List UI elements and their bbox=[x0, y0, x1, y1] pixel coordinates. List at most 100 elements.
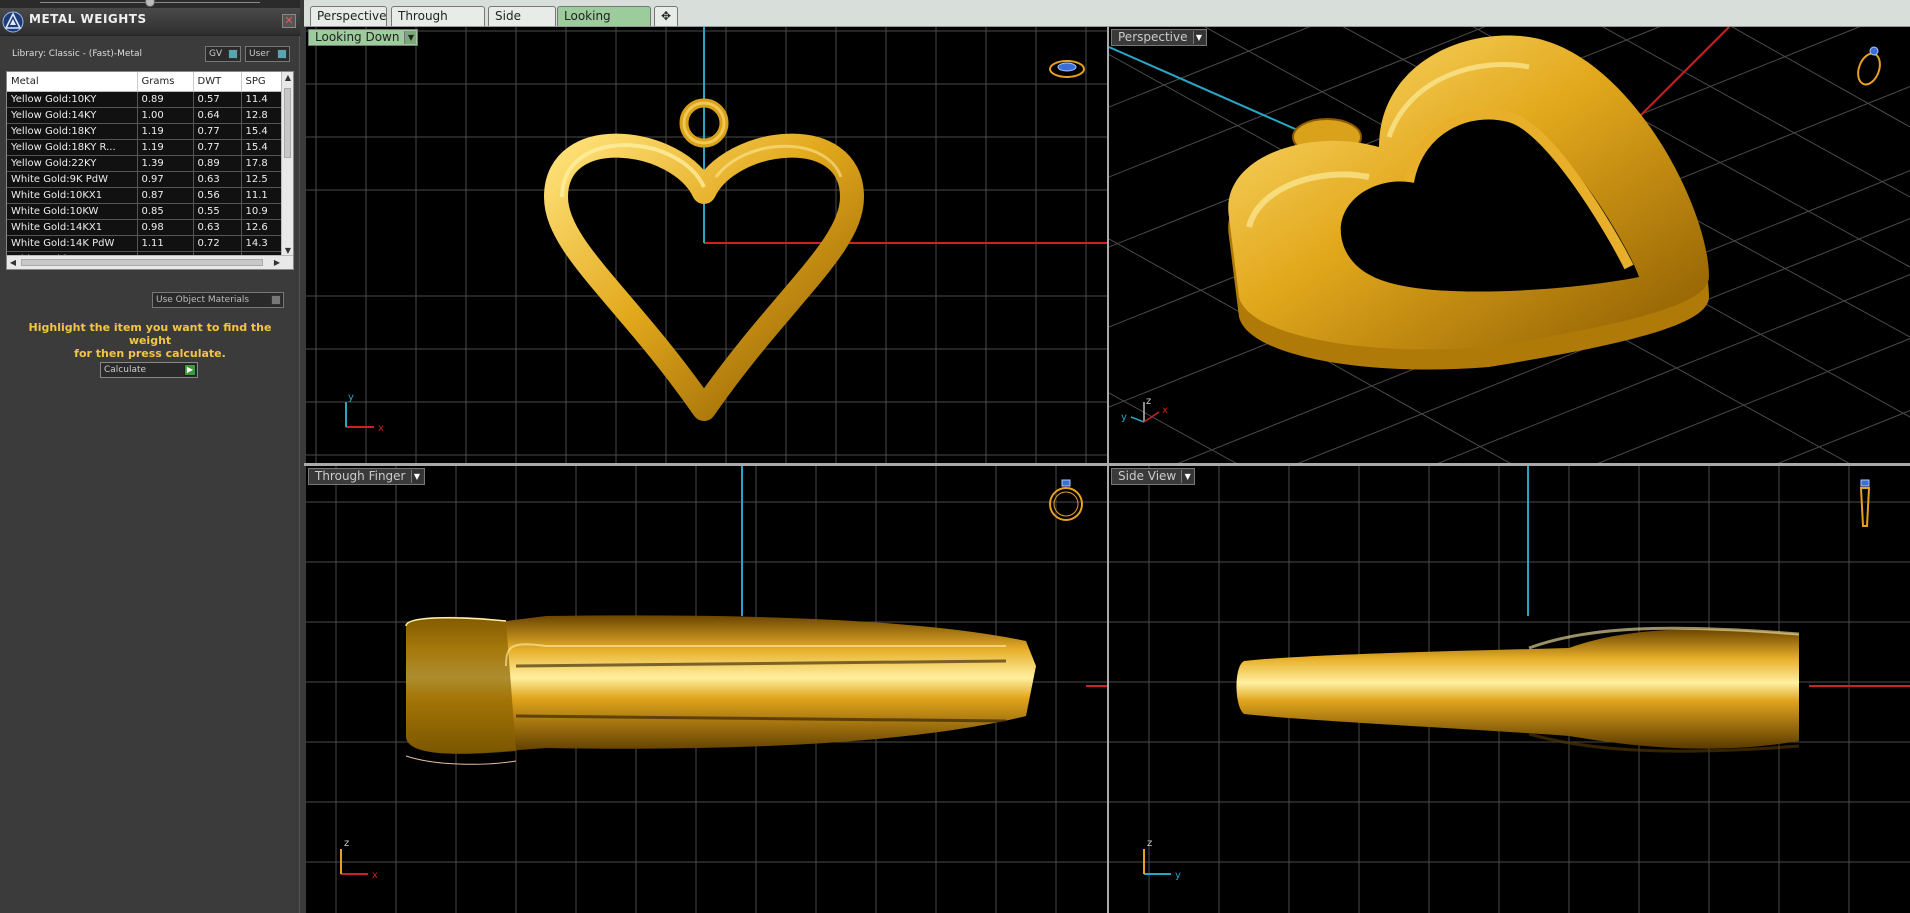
viewport-label-text: Side View bbox=[1118, 469, 1177, 483]
cell-spg: 12.5 bbox=[241, 171, 284, 188]
cell-spg: 15.4 bbox=[241, 139, 284, 156]
viewport-label-perspective[interactable]: Perspective ▼ bbox=[1111, 29, 1207, 46]
side-view-canvas: y z bbox=[1109, 466, 1910, 913]
table-row[interactable]: Yellow Gold:18KY R... 1.19 0.77 15.4 bbox=[7, 139, 284, 156]
triangle-down-icon[interactable]: ▼ bbox=[1192, 31, 1205, 44]
column-header-grams[interactable]: Grams bbox=[137, 72, 194, 92]
gv-label: GV bbox=[209, 49, 223, 59]
tab-perspective[interactable]: Perspective bbox=[310, 6, 387, 26]
table-header-row: Metal Grams DWT SPG bbox=[7, 72, 284, 92]
cell-grams: 0.98 bbox=[137, 219, 194, 236]
scroll-right-icon[interactable]: ▶ bbox=[271, 256, 283, 269]
column-header-metal[interactable]: Metal bbox=[7, 72, 138, 92]
table-horizontal-scrollbar[interactable]: ◀ ▶ bbox=[7, 255, 293, 269]
use-object-materials-label: Use Object Materials bbox=[156, 295, 250, 305]
cell-grams: 1.39 bbox=[137, 155, 194, 172]
scroll-left-icon[interactable]: ◀ bbox=[7, 256, 19, 269]
add-tab-icon[interactable]: ✥ bbox=[654, 6, 678, 26]
cell-spg: 14.3 bbox=[241, 235, 284, 252]
cell-metal: White Gold:9K PdW bbox=[7, 171, 138, 188]
triangle-logo-icon bbox=[2, 11, 24, 33]
panel-title: METAL WEIGHTS bbox=[29, 12, 147, 26]
cell-metal: Yellow Gold:14KY bbox=[7, 107, 138, 124]
user-indicator-icon bbox=[277, 49, 287, 59]
axis-label-z: z bbox=[1146, 396, 1151, 407]
view-tab-bar: Perspective Through Finger Side View Loo… bbox=[304, 0, 1910, 41]
table-row[interactable]: Yellow Gold:10KY 0.89 0.57 11.4 bbox=[7, 91, 284, 108]
table-row[interactable]: White Gold:10KW 0.85 0.55 10.9 bbox=[7, 203, 284, 220]
table-vertical-scrollbar[interactable]: ▲ ▼ bbox=[281, 72, 293, 257]
perspective-canvas: y z x bbox=[1109, 27, 1910, 463]
cell-dwt: 0.77 bbox=[193, 123, 242, 140]
table-row[interactable]: White Gold:14KX1 0.98 0.63 12.6 bbox=[7, 219, 284, 236]
cell-grams: 0.85 bbox=[137, 203, 194, 220]
ring-orientation-icon bbox=[1049, 479, 1083, 521]
cell-grams: 1.19 bbox=[137, 139, 194, 156]
hscroll-thumb[interactable] bbox=[21, 259, 263, 266]
cell-spg: 11.4 bbox=[241, 91, 284, 108]
table-row[interactable]: Yellow Gold:22KY 1.39 0.89 17.8 bbox=[7, 155, 284, 172]
table-row[interactable]: Yellow Gold:14KY 1.00 0.64 12.8 bbox=[7, 107, 284, 124]
viewport-perspective[interactable]: y z x Perspective ▼ bbox=[1109, 27, 1910, 463]
cell-metal: Yellow Gold:18KY R... bbox=[7, 139, 138, 156]
axis-label-x: x bbox=[1162, 405, 1168, 416]
table-row[interactable]: White Gold:10KX1 0.87 0.56 11.1 bbox=[7, 187, 284, 204]
cell-metal: Yellow Gold:10KY bbox=[7, 91, 138, 108]
tab-looking-down[interactable]: Looking Down bbox=[557, 6, 651, 41]
column-header-dwt[interactable]: DWT bbox=[193, 72, 242, 92]
heart-pendant-side bbox=[1236, 626, 1800, 753]
ring-orientation-icon bbox=[1859, 479, 1871, 527]
viewport-through-finger[interactable]: x z Through Finger ▼ bbox=[306, 466, 1107, 913]
table-row[interactable]: White Gold:14K PdW 1.11 0.72 14.3 bbox=[7, 235, 284, 252]
cell-metal: White Gold:14K PdW bbox=[7, 235, 138, 252]
instructions-line-2: for then press calculate. bbox=[74, 347, 226, 360]
viewport-label-looking-down[interactable]: Looking Down ▼ bbox=[308, 29, 419, 46]
cell-dwt: 0.63 bbox=[193, 219, 242, 236]
panel-header: METAL WEIGHTS ✕ bbox=[0, 8, 300, 36]
cell-dwt: 0.57 bbox=[193, 91, 242, 108]
use-object-materials-toggle[interactable]: Use Object Materials bbox=[152, 292, 284, 308]
viewport-label-side-view[interactable]: Side View ▼ bbox=[1111, 468, 1196, 485]
axis-triad bbox=[1130, 402, 1160, 423]
close-icon[interactable]: ✕ bbox=[282, 14, 296, 28]
viewport-label-text: Looking Down bbox=[315, 30, 400, 44]
axis-label-y: y bbox=[1121, 412, 1127, 423]
cell-dwt: 0.56 bbox=[193, 187, 242, 204]
axis-label-x: x bbox=[378, 423, 384, 434]
axis-label-z: z bbox=[344, 838, 349, 849]
cell-metal: White Gold:10KW bbox=[7, 203, 138, 220]
axis-label-y: y bbox=[348, 392, 354, 403]
triangle-down-icon[interactable]: ▼ bbox=[1181, 470, 1194, 483]
cell-metal: Yellow Gold:18KY bbox=[7, 123, 138, 140]
viewport-looking-down[interactable]: x y Looking Down ▼ bbox=[306, 27, 1107, 463]
calculate-button[interactable]: Calculate ▶ bbox=[100, 362, 198, 378]
instructions-text: Highlight the item you want to find the … bbox=[10, 321, 290, 360]
slider-thumb[interactable] bbox=[145, 0, 155, 7]
scroll-thumb[interactable] bbox=[284, 88, 291, 158]
column-header-spg[interactable]: SPG bbox=[241, 72, 284, 92]
triangle-down-icon[interactable]: ▼ bbox=[410, 470, 423, 483]
calculate-label: Calculate bbox=[104, 365, 147, 375]
cell-grams: 0.89 bbox=[137, 91, 194, 108]
viewport-label-through-finger[interactable]: Through Finger ▼ bbox=[308, 468, 425, 485]
table-row[interactable]: White Gold:9K PdW 0.97 0.63 12.5 bbox=[7, 171, 284, 188]
table-row[interactable]: Yellow Gold:18KY 1.19 0.77 15.4 bbox=[7, 123, 284, 140]
toggle-indicator-icon bbox=[271, 295, 281, 305]
library-label: Library: Classic - (Fast)-Metal bbox=[12, 49, 143, 59]
user-toggle-button[interactable]: User bbox=[245, 46, 290, 62]
tab-through-finger[interactable]: Through Finger bbox=[391, 6, 485, 41]
ring-orientation-icon bbox=[1049, 60, 1085, 78]
cell-dwt: 0.72 bbox=[193, 235, 242, 252]
cell-spg: 11.1 bbox=[241, 187, 284, 204]
tab-side-view[interactable]: Side View bbox=[488, 6, 556, 41]
viewport-label-text: Perspective bbox=[1118, 30, 1188, 44]
panel-resize-slider[interactable] bbox=[0, 0, 300, 8]
cell-spg: 12.8 bbox=[241, 107, 284, 124]
scroll-up-icon[interactable]: ▲ bbox=[282, 72, 293, 84]
cell-grams: 0.97 bbox=[137, 171, 194, 188]
viewport-side-view[interactable]: y z Side View ▼ bbox=[1109, 466, 1910, 913]
triangle-down-icon[interactable]: ▼ bbox=[404, 31, 417, 44]
gv-toggle-button[interactable]: GV bbox=[205, 46, 241, 62]
cell-spg: 10.9 bbox=[241, 203, 284, 220]
cell-metal: White Gold:14KX1 bbox=[7, 219, 138, 236]
